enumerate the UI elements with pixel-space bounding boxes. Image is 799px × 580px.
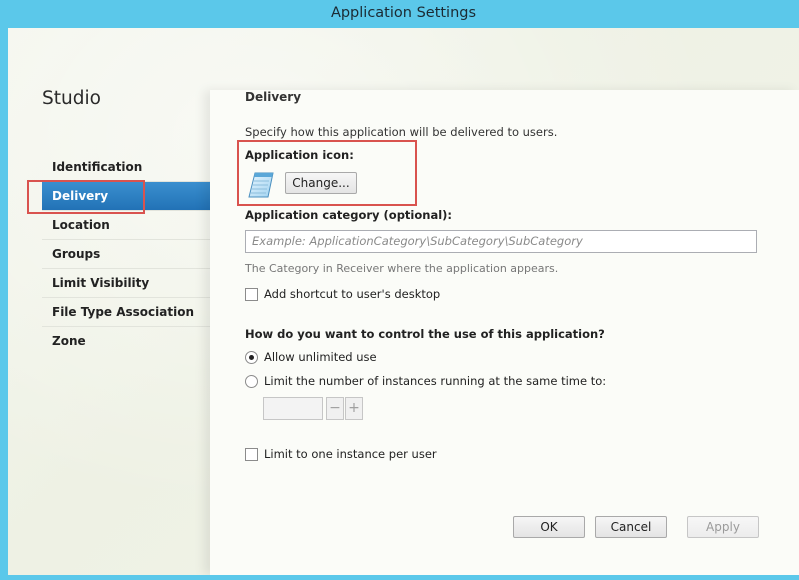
one-instance-checkbox[interactable] [245,447,258,461]
nav-item-identification[interactable]: Identification [42,153,210,182]
add-shortcut-checkbox[interactable] [245,287,258,301]
window-title: Application Settings [4,0,799,28]
application-icon-annotation-box [237,140,417,206]
nav-item-file-type-association[interactable]: File Type Association [42,298,210,327]
panel-description: Specify how this application will be del… [245,125,558,139]
one-instance-row[interactable]: Limit to one instance per user [245,447,437,461]
application-category-label: Application category (optional): [245,208,453,222]
add-shortcut-label: Add shortcut to user's desktop [264,287,441,301]
cancel-button[interactable]: Cancel [595,516,667,538]
dialog-client-area: Studio Identification Delivery Location … [8,28,799,575]
panel-heading: Delivery [245,90,302,104]
allow-unlimited-radio[interactable] [245,350,258,364]
delivery-panel: Delivery Specify how this application wi… [210,90,799,575]
application-category-input[interactable]: Example: ApplicationCategory\SubCategory… [245,230,757,253]
allow-unlimited-row[interactable]: Allow unlimited use [245,350,377,364]
nav-item-location[interactable]: Location [42,211,210,240]
nav-item-limit-visibility[interactable]: Limit Visibility [42,269,210,298]
usage-control-question: How do you want to control the use of th… [245,327,605,341]
studio-title: Studio [42,88,101,109]
nav-item-zone[interactable]: Zone [42,327,210,356]
ok-button[interactable]: OK [513,516,585,538]
application-category-hint: The Category in Receiver where the appli… [245,262,559,275]
limit-instances-row[interactable]: Limit the number of instances running at… [245,374,606,388]
application-settings-window: Application Settings Studio Identificati… [0,0,799,580]
allow-unlimited-label: Allow unlimited use [264,350,377,364]
increment-button[interactable]: + [345,397,363,420]
add-shortcut-row[interactable]: Add shortcut to user's desktop [245,287,440,301]
one-instance-label: Limit to one instance per user [264,447,437,461]
apply-button[interactable]: Apply [687,516,759,538]
limit-instances-radio[interactable] [245,374,258,388]
limit-instances-label: Limit the number of instances running at… [264,374,607,388]
nav-item-groups[interactable]: Groups [42,240,210,269]
instances-count-input[interactable] [263,397,323,420]
decrement-button[interactable]: − [326,397,344,420]
delivery-annotation-box [27,180,145,214]
